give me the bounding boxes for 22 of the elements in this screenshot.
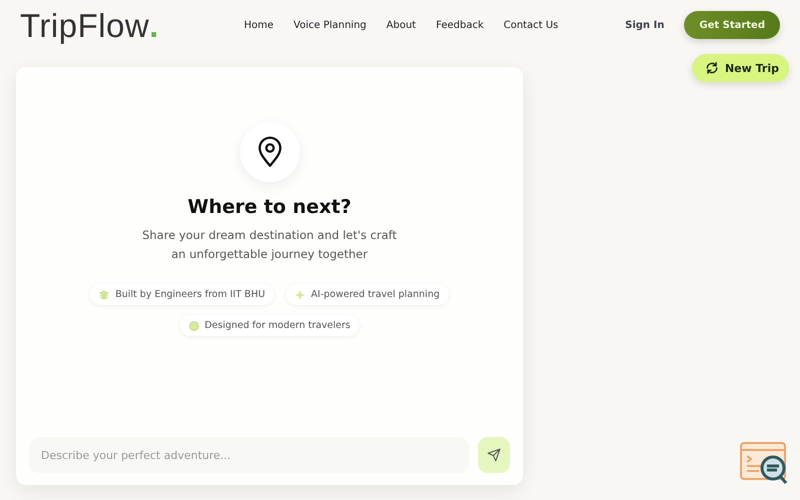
nav-link[interactable]: Voice Planning: [294, 20, 366, 30]
nav-link[interactable]: Feedback: [436, 20, 484, 30]
hero-title: Where to next?: [188, 196, 352, 218]
logo[interactable]: TripFlow.: [20, 8, 220, 42]
nav-link[interactable]: About: [386, 20, 416, 30]
refresh-icon: [704, 61, 719, 75]
send-icon: [487, 448, 501, 462]
location-pin-icon: [256, 136, 284, 168]
feature-chip: AI-powered travel planning: [286, 284, 449, 305]
get-started-button[interactable]: Get Started: [684, 11, 780, 39]
send-button[interactable]: [478, 437, 510, 473]
prompt-input[interactable]: Describe your perfect adventure...: [29, 437, 469, 473]
feature-chip: Built by Engineers from IIT BHU: [90, 284, 274, 305]
layers-icon: [99, 290, 110, 300]
code-search-icon[interactable]: [739, 441, 789, 485]
nav-link[interactable]: Home: [244, 20, 274, 30]
feature-chip: Designed for modern travelers: [180, 315, 360, 336]
new-trip-button[interactable]: New Trip: [692, 54, 789, 82]
nav-link[interactable]: Contact Us: [504, 20, 558, 30]
sign-in-link[interactable]: Sign In: [625, 20, 664, 30]
sparkle-icon: [295, 290, 306, 300]
hero-subtitle: Share your dream destination and let's craft an unforgettable journey together: [141, 227, 398, 263]
